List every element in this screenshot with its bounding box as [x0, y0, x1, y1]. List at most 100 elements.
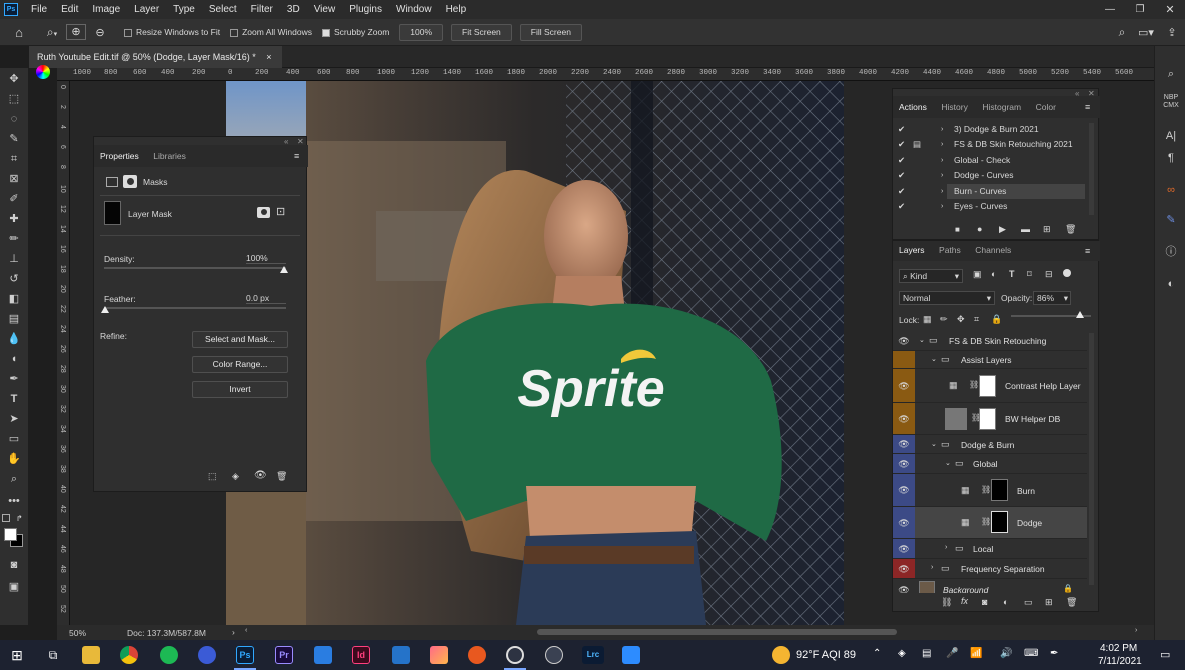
pen-tray-icon[interactable]: ✒ — [1050, 648, 1058, 659]
photos-app-icon[interactable] — [430, 646, 448, 664]
actions-scrollbar[interactable] — [1089, 123, 1094, 215]
type-tool-icon[interactable]: T — [6, 392, 22, 406]
delete-action-icon[interactable]: 🗑 — [1065, 224, 1076, 235]
quick-select-tool-icon[interactable]: ✎ — [6, 132, 22, 146]
filter-smart-object-icon[interactable]: ⊟ — [1045, 269, 1053, 280]
opacity-slider-handle[interactable] — [1075, 311, 1084, 318]
default-colors-icon[interactable] — [2, 514, 10, 522]
zoom-tool-sidebar-icon[interactable]: ⌕ — [6, 472, 22, 486]
menu-type[interactable]: Type — [166, 0, 202, 19]
menu-help[interactable]: Help — [439, 0, 474, 19]
move-tool-icon[interactable]: ✥ — [6, 72, 22, 86]
clock-time[interactable]: 4:02 PM — [1100, 643, 1137, 654]
blur-tool-icon[interactable]: 💧 — [6, 332, 22, 346]
task-view-icon[interactable]: ⧉ — [44, 646, 62, 664]
menu-filter[interactable]: Filter — [244, 0, 280, 19]
panel-menu-icon[interactable]: ≡ — [294, 145, 299, 167]
weather-icon[interactable] — [772, 646, 790, 664]
language-icon[interactable]: ⌨ — [1024, 648, 1038, 659]
ipvanish-icon[interactable] — [198, 646, 216, 664]
screen-mode-icon[interactable]: ▣ — [6, 580, 22, 594]
photoshop-app-icon[interactable]: Ps — [4, 3, 18, 16]
path-selection-tool-icon[interactable]: ➤ — [6, 412, 22, 426]
chevron-right-icon[interactable]: › — [941, 184, 943, 199]
zoom-meetings-icon[interactable] — [622, 646, 640, 664]
info-icon[interactable]: ⓘ — [1162, 244, 1180, 260]
lock-image-icon[interactable]: ✏ — [940, 314, 948, 325]
microsoft-store-icon[interactable] — [314, 646, 332, 664]
visibility-eye-icon[interactable]: 👁 — [893, 507, 915, 538]
action-item[interactable]: ✔ › Eyes - Curves — [893, 199, 1087, 214]
chrome-icon[interactable] — [120, 646, 138, 664]
swap-colors-icon[interactable]: ↱ — [16, 514, 23, 523]
visibility-eye-icon[interactable]: 👁 — [893, 403, 915, 434]
dialog-icon[interactable]: ▤ — [913, 137, 921, 152]
restore-icon[interactable]: ❐ — [1125, 4, 1155, 15]
zoom-all-windows-checkbox[interactable]: Zoom All Windows — [230, 27, 312, 37]
menu-3d[interactable]: 3D — [280, 0, 307, 19]
layer-row[interactable]: ⌄ ▭ Assist Layers — [893, 351, 1087, 369]
action-item[interactable]: ✔ › 3) Dodge & Burn 2021 — [893, 122, 1087, 137]
menu-image[interactable]: Image — [85, 0, 127, 19]
group-expand-icon[interactable]: ⌄ — [931, 440, 937, 448]
action-item[interactable]: ✔ ▤ › FS & DB Skin Retouching 2021 — [893, 137, 1087, 152]
tab-histogram[interactable]: Histogram — [976, 96, 1027, 118]
eraser-tool-icon[interactable]: ◧ — [6, 292, 22, 306]
group-collapsed-icon[interactable]: › — [931, 564, 933, 571]
rectangle-tool-icon[interactable]: ▭ — [6, 432, 22, 446]
learn-icon[interactable]: ⌕ — [1162, 66, 1180, 82]
more-tools-icon[interactable]: ••• — [6, 494, 22, 508]
visibility-eye-icon[interactable]: 👁 — [893, 435, 915, 453]
add-vector-mask-icon[interactable]: ⊡ — [276, 205, 285, 218]
horizontal-scroll-right-icon[interactable]: › — [1135, 627, 1137, 634]
volume-icon[interactable]: 🔊 — [1000, 648, 1012, 659]
lock-all-icon[interactable]: 🔒 — [991, 314, 1002, 325]
visibility-eye-icon[interactable]: 👁 — [893, 539, 915, 558]
group-expand-icon[interactable]: ⌄ — [931, 355, 937, 363]
lightroom-classic-icon[interactable]: Lrc — [582, 646, 604, 664]
resize-windows-checkbox[interactable]: Resize Windows to Fit — [124, 27, 220, 37]
obs-icon[interactable] — [506, 646, 524, 664]
menu-file[interactable]: File — [24, 0, 54, 19]
group-expand-icon[interactable]: ⌄ — [945, 459, 951, 467]
actions-menu-icon[interactable]: ≡ — [1085, 96, 1090, 118]
adjustments-icon[interactable]: ◐ — [1162, 276, 1180, 292]
menu-select[interactable]: Select — [202, 0, 244, 19]
link-icon[interactable]: ⛓ — [981, 485, 991, 494]
layers-scrollbar[interactable] — [1089, 333, 1094, 585]
photoshop-taskbar-icon[interactable]: Ps — [236, 646, 254, 664]
delete-mask-icon[interactable]: 🗑 — [276, 471, 287, 482]
character-styles-icon[interactable]: NBP CMX — [1162, 94, 1180, 110]
lock-artboard-icon[interactable]: ⌗ — [974, 314, 979, 325]
weather-text[interactable]: 92°F AQI 89 — [796, 649, 856, 661]
indesign-icon[interactable]: Id — [352, 646, 370, 664]
check-icon[interactable]: ✔ — [898, 199, 905, 214]
brush-tool-icon[interactable]: ✏ — [6, 232, 22, 246]
check-icon[interactable]: ✔ — [898, 122, 905, 137]
marquee-tool-icon[interactable]: ⬚ — [6, 92, 22, 106]
action-item[interactable]: ✔ › Dodge - Curves — [893, 168, 1087, 183]
zoom-level-status[interactable]: 50% — [69, 628, 86, 638]
tab-history[interactable]: History — [935, 96, 973, 118]
scrubby-zoom-checkbox[interactable]: Scrubby Zoom — [322, 27, 389, 37]
visibility-eye-icon[interactable]: 👁 — [893, 331, 915, 350]
menu-layer[interactable]: Layer — [127, 0, 166, 19]
status-menu-icon[interactable]: › — [232, 627, 235, 637]
feather-slider-track[interactable] — [104, 307, 286, 309]
tray-app-icon[interactable]: ▤ — [922, 648, 931, 659]
blend-mode-select[interactable]: Normal ▾ — [899, 291, 995, 305]
document-image[interactable]: Sprite — [226, 81, 844, 625]
layer-row[interactable]: 👁 ▦ ⛓ Burn — [893, 474, 1087, 507]
add-mask-icon[interactable]: ◙ — [982, 597, 987, 607]
gradient-tool-icon[interactable]: ▤ — [6, 312, 22, 326]
menu-window[interactable]: Window — [389, 0, 439, 19]
check-icon[interactable]: ✔ — [898, 168, 905, 183]
firefox-icon[interactable] — [468, 646, 486, 664]
windows-start-icon[interactable]: ⊞ — [8, 646, 26, 664]
zoom-tool-icon[interactable]: ⌕▾ — [38, 25, 66, 40]
layer-row[interactable]: 👁 ⌄ ▭ FS & DB Skin Retouching — [893, 331, 1087, 351]
foreground-color-swatch[interactable] — [4, 528, 17, 541]
notifications-icon[interactable]: ▭ — [1160, 648, 1170, 661]
feather-slider-handle[interactable] — [101, 306, 109, 313]
dodge-tool-icon[interactable]: ◖ — [6, 352, 22, 366]
